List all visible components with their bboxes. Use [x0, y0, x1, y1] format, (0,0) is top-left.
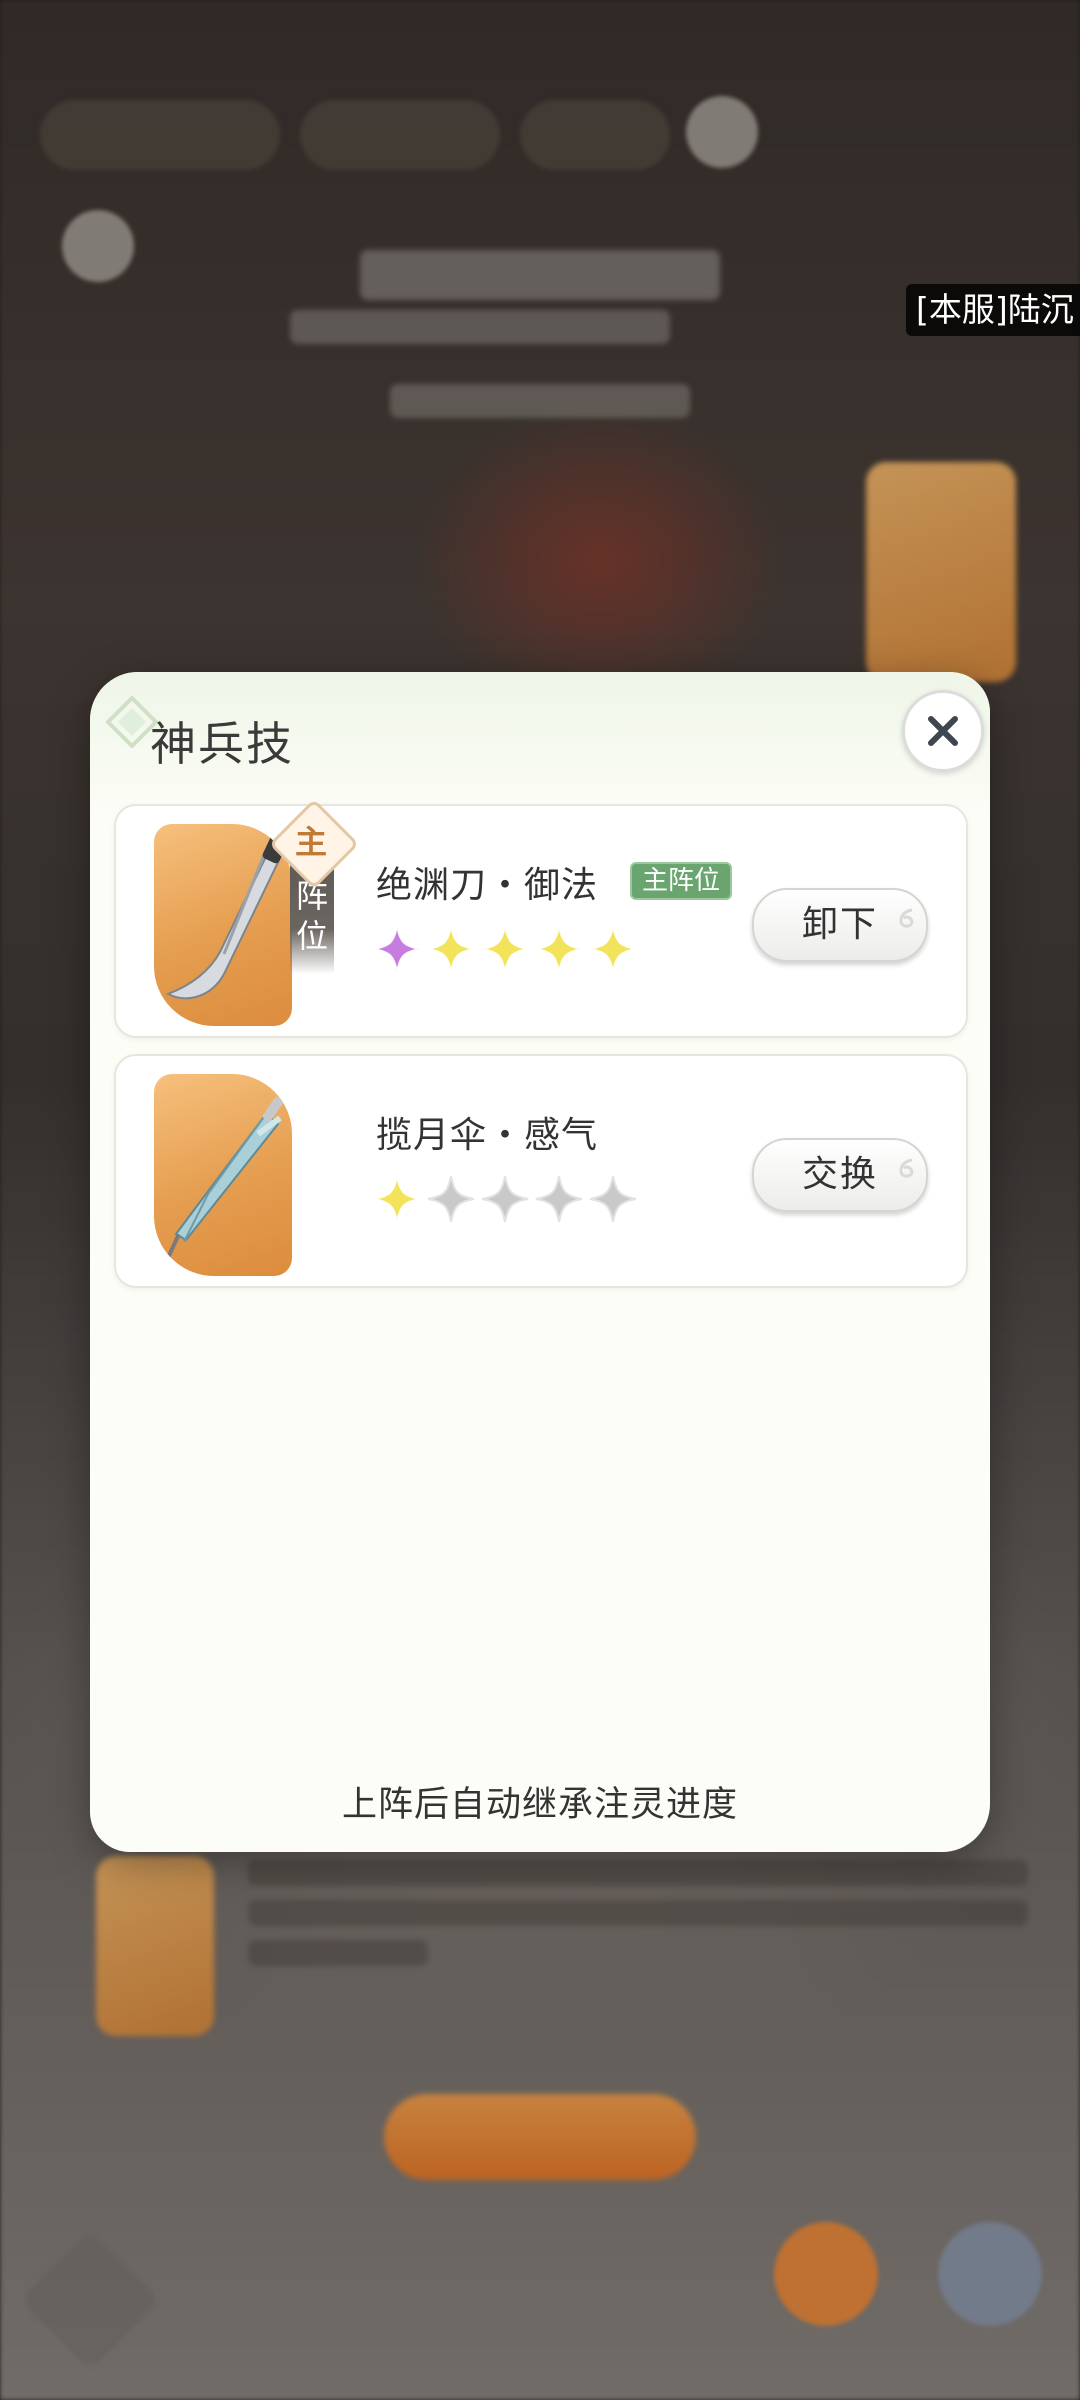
star-filled-icon	[589, 925, 637, 973]
star-filled-icon	[481, 925, 529, 973]
skill-card-2[interactable]: 揽月伞・感气 交换	[114, 1054, 968, 1288]
unequip-button[interactable]: 卸下	[752, 888, 928, 962]
star-filled-icon	[427, 925, 475, 973]
swirl-decor-icon	[899, 908, 914, 928]
star-rating	[372, 924, 638, 974]
skill-modal: 神兵技 阵位 主 绝渊刀・御法 主阵位 卸下 揽月伞・感气 交换 上阵后自动继承…	[90, 672, 990, 1852]
skill-card-1[interactable]: 阵位 主 绝渊刀・御法 主阵位 卸下	[114, 798, 968, 1038]
weapon-tile	[154, 1074, 292, 1276]
main-badge-text: 主	[294, 823, 327, 861]
swap-button-label: 交换	[801, 1154, 878, 1195]
skill-name: 揽月伞・感气	[376, 1115, 599, 1156]
modal-title: 神兵技	[150, 717, 294, 771]
unequip-button-label: 卸下	[801, 904, 878, 945]
star-empty-icon	[535, 1175, 583, 1223]
footer-note: 上阵后自动继承注灵进度	[341, 1785, 738, 1825]
star-filled-icon	[373, 1175, 421, 1223]
swirl-decor-icon	[899, 1158, 914, 1178]
blade-icon	[165, 834, 288, 1000]
star-filled-icon	[373, 925, 421, 973]
close-icon	[928, 716, 958, 746]
weapon-tile	[154, 824, 292, 1026]
skill-name: 绝渊刀・御法	[376, 865, 599, 906]
swap-button[interactable]: 交换	[752, 1138, 928, 1212]
star-empty-icon	[589, 1175, 637, 1223]
umbrella-icon	[166, 1096, 284, 1260]
star-filled-icon	[535, 925, 583, 973]
star-rating	[372, 1174, 638, 1224]
main-position-tag: 主阵位	[630, 862, 733, 900]
star-empty-icon	[481, 1175, 529, 1223]
close-button[interactable]	[902, 690, 984, 772]
server-tag: [本服]陆沉	[906, 284, 1080, 336]
star-empty-icon	[427, 1175, 475, 1223]
